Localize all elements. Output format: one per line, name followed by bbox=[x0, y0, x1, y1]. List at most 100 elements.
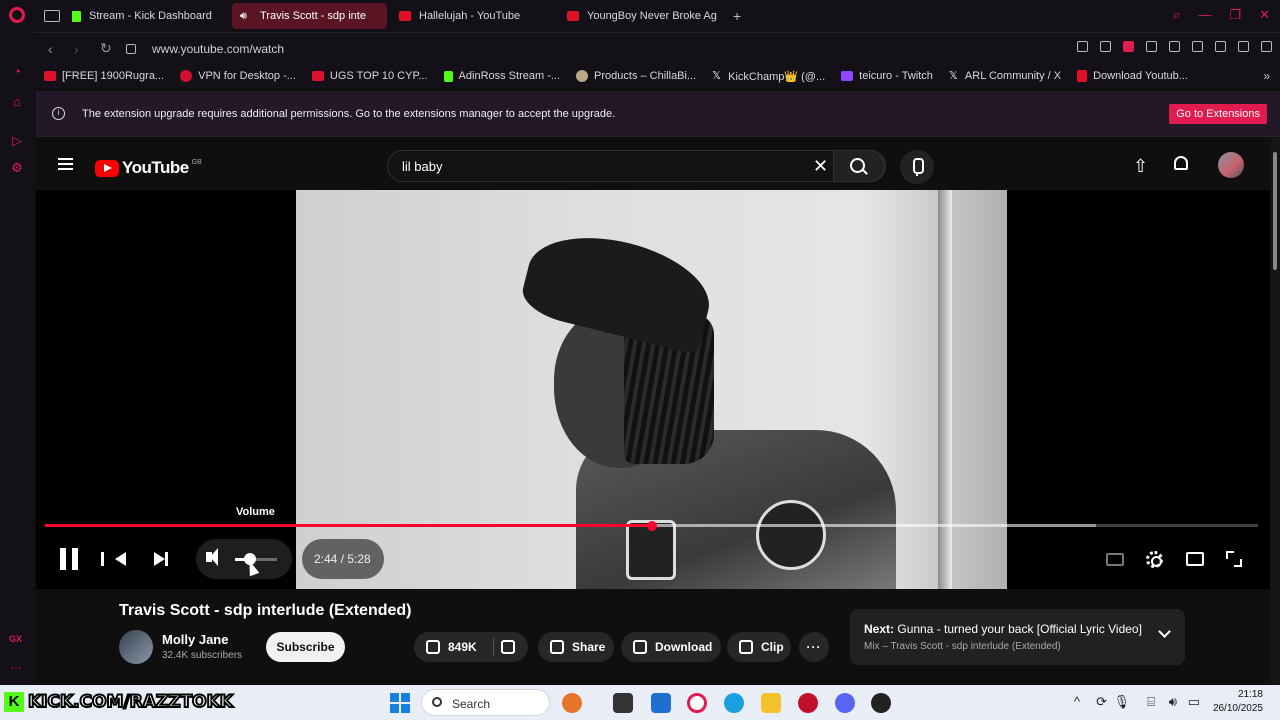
volume-tray-icon[interactable]: 🔊︎ bbox=[1169, 694, 1177, 710]
notifications-bell-icon[interactable] bbox=[1174, 156, 1188, 170]
edge-icon[interactable] bbox=[724, 693, 744, 713]
tab-hallelujah[interactable]: Hallelujah - YouTube bbox=[391, 3, 555, 29]
page-scrollbar[interactable] bbox=[1271, 138, 1280, 685]
scrollbar-thumb[interactable] bbox=[1273, 152, 1277, 270]
send-icon[interactable]: ▷ bbox=[9, 133, 25, 149]
pause-icon[interactable] bbox=[60, 548, 78, 570]
tab-youngboy[interactable]: YoungBoy Never Broke Ag bbox=[559, 3, 723, 29]
settings-icon[interactable]: ⚙ bbox=[9, 160, 25, 176]
more-icon[interactable]: ··· bbox=[10, 660, 22, 674]
sync-icon[interactable]: ⟳ bbox=[1096, 694, 1107, 710]
opera-gx-logo-icon[interactable] bbox=[9, 7, 25, 23]
clip-button[interactable]: Clip bbox=[727, 632, 791, 662]
toolbar-icons bbox=[1077, 41, 1272, 52]
store-icon[interactable] bbox=[651, 693, 671, 713]
mic-icon[interactable]: 🎙︎ bbox=[1113, 694, 1130, 710]
speed-dial-icon[interactable]: ◔ bbox=[9, 64, 25, 80]
volume-icon[interactable] bbox=[206, 548, 218, 566]
downloads-icon[interactable] bbox=[1238, 41, 1249, 52]
app-icon-2[interactable] bbox=[871, 693, 891, 713]
search-box[interactable]: lil baby ✕ bbox=[387, 150, 886, 182]
menu-icon[interactable] bbox=[1261, 41, 1272, 52]
reload-icon[interactable]: ↻ bbox=[100, 40, 112, 57]
extensions-icon[interactable] bbox=[1192, 41, 1203, 52]
clear-search-icon[interactable]: ✕ bbox=[813, 156, 828, 177]
pocket-icon[interactable] bbox=[1123, 41, 1134, 52]
bookmark-item[interactable]: Download Youtub... bbox=[1077, 70, 1188, 82]
taskbar-search-label: Search bbox=[452, 697, 491, 711]
like-button[interactable]: 849K bbox=[414, 632, 528, 662]
minimize-icon[interactable]: — bbox=[1198, 7, 1211, 23]
close-icon[interactable]: ✕ bbox=[1259, 7, 1270, 23]
go-to-extensions-button[interactable]: Go to Extensions bbox=[1169, 104, 1267, 124]
kick-icon bbox=[72, 10, 81, 22]
bookmark-item[interactable]: Products – ChillaBi... bbox=[576, 70, 696, 82]
taskbar-search[interactable]: Search bbox=[421, 689, 550, 716]
lock-icon[interactable] bbox=[126, 43, 136, 54]
task-view-icon[interactable] bbox=[613, 693, 633, 713]
account-avatar[interactable] bbox=[1218, 152, 1244, 178]
chevron-up-icon[interactable]: ^ bbox=[1074, 694, 1080, 709]
player-controls: Volume 2:44 / 5:28 bbox=[36, 190, 1270, 589]
bookmark-item[interactable]: AdinRoss Stream -... bbox=[443, 70, 560, 82]
url-field[interactable]: www.youtube.com/watch bbox=[152, 42, 284, 56]
volume-control[interactable] bbox=[196, 539, 292, 579]
widget-icon[interactable] bbox=[562, 693, 582, 713]
up-next-card[interactable]: Next: Gunna - turned your back [Official… bbox=[850, 609, 1185, 665]
file-explorer-icon[interactable] bbox=[761, 693, 781, 713]
forward-icon[interactable]: › bbox=[74, 41, 86, 57]
heart-icon[interactable] bbox=[1169, 41, 1180, 52]
bookmark-item[interactable]: VPN for Desktop -... bbox=[180, 70, 296, 82]
pin-icon[interactable] bbox=[1077, 41, 1088, 52]
snapshot-icon[interactable] bbox=[1100, 41, 1111, 52]
tab-travis-scott[interactable]: 🔊︎ Travis Scott - sdp inte bbox=[232, 3, 387, 29]
kick-logo-icon: K bbox=[4, 692, 24, 712]
bookmark-item[interactable]: [FREE] 1900Rugra... bbox=[44, 70, 164, 82]
video-player[interactable]: Volume 2:44 / 5:28 bbox=[36, 190, 1270, 589]
youtube-logo[interactable]: YouTube GB bbox=[95, 158, 202, 178]
upload-icon[interactable]: ⇧ bbox=[1133, 156, 1148, 177]
chevron-down-icon[interactable] bbox=[1158, 625, 1171, 638]
voice-search-button[interactable] bbox=[900, 150, 934, 184]
more-actions-button[interactable]: ··· bbox=[799, 632, 829, 662]
battery-icon[interactable]: ▭ bbox=[1188, 694, 1200, 710]
previous-icon[interactable] bbox=[101, 552, 126, 566]
speaker-icon[interactable]: 🔊︎ bbox=[240, 10, 252, 22]
discord-icon[interactable] bbox=[835, 693, 855, 713]
bookmark-item[interactable]: UGS TOP 10 CYP... bbox=[311, 70, 428, 82]
subscribe-button[interactable]: Subscribe bbox=[266, 632, 345, 662]
search-input[interactable]: lil baby bbox=[402, 159, 442, 174]
settings-gear-icon[interactable] bbox=[1146, 551, 1163, 568]
subtitles-icon[interactable] bbox=[1106, 553, 1124, 566]
app-icon[interactable] bbox=[798, 693, 818, 713]
share-button[interactable]: Share bbox=[538, 632, 614, 662]
back-icon[interactable]: ‹ bbox=[48, 41, 60, 57]
thumbs-up-icon bbox=[426, 639, 440, 654]
profile-icon[interactable] bbox=[1215, 41, 1226, 52]
clock[interactable]: 21:18 26/10/2025 bbox=[1210, 688, 1263, 716]
new-tab-icon[interactable]: + bbox=[733, 8, 741, 24]
opera-gx-taskbar-icon[interactable] bbox=[687, 693, 707, 713]
maximize-icon[interactable]: ❐ bbox=[1229, 7, 1241, 23]
tab-workspace-icon[interactable] bbox=[44, 10, 60, 22]
search-button[interactable] bbox=[833, 150, 885, 182]
bookmark-item[interactable]: 𝕏 ARL Community / X bbox=[949, 70, 1061, 82]
network-icon[interactable]: ⌸ bbox=[1147, 694, 1155, 710]
next-icon[interactable] bbox=[154, 552, 168, 566]
channel-avatar[interactable] bbox=[119, 630, 153, 664]
search-tabs-icon[interactable]: ⌕ bbox=[1173, 7, 1180, 23]
progress-scrubber[interactable] bbox=[646, 521, 657, 531]
theater-mode-icon[interactable] bbox=[1186, 552, 1204, 566]
channel-name[interactable]: Molly Jane bbox=[162, 632, 228, 647]
bookmark-item[interactable]: teicuro - Twitch bbox=[841, 70, 933, 82]
gx-control-icon[interactable]: ⌂ bbox=[9, 94, 25, 110]
hamburger-menu-icon[interactable] bbox=[58, 158, 73, 170]
bookmark-item[interactable]: 𝕏 KickChamp👑 (@... bbox=[712, 70, 825, 83]
tab-kick-dashboard[interactable]: Stream - Kick Dashboard bbox=[64, 3, 228, 29]
thumbs-down-icon[interactable] bbox=[501, 640, 515, 654]
start-button[interactable] bbox=[390, 693, 410, 713]
fullscreen-icon[interactable] bbox=[1226, 551, 1242, 567]
bookmarks-overflow-icon[interactable]: » bbox=[1263, 69, 1270, 83]
player-icon[interactable] bbox=[1146, 41, 1157, 52]
download-button[interactable]: Download bbox=[621, 632, 721, 662]
